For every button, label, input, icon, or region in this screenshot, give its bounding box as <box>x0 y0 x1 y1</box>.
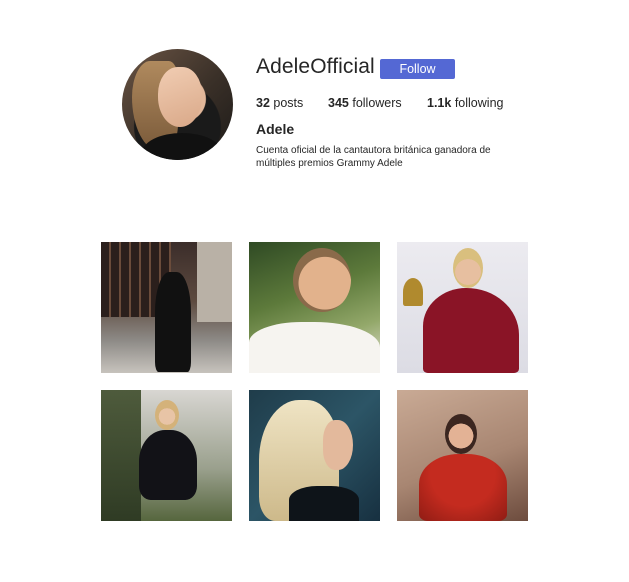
stat-posts[interactable]: 32 posts <box>256 96 303 110</box>
post-stage-black-gown[interactable] <box>101 242 232 373</box>
followers-label: followers <box>352 96 402 110</box>
stat-followers[interactable]: 345 followers <box>328 96 402 110</box>
avatar-face <box>158 67 202 127</box>
profile-username: AdeleOfficial <box>256 55 375 78</box>
profile-avatar[interactable] <box>122 49 233 160</box>
post-profile-blonde-hair[interactable] <box>249 390 380 521</box>
following-label: following <box>454 96 504 110</box>
posts-label: posts <box>273 96 304 110</box>
post-red-dress-portrait[interactable] <box>397 390 528 521</box>
post-black-dress-garden[interactable] <box>101 390 232 521</box>
stat-following[interactable]: 1.1k following <box>427 96 503 110</box>
follow-button[interactable]: Follow <box>380 59 455 79</box>
profile-bio: Cuenta oficial de la cantautora británic… <box>256 145 491 169</box>
posts-count: 32 <box>256 96 270 110</box>
followers-count: 345 <box>328 96 349 110</box>
post-grammy-red-dress[interactable] <box>397 242 528 373</box>
following-count: 1.1k <box>427 96 452 110</box>
post-portrait-white-dress[interactable] <box>249 242 380 373</box>
profile-display-name: Adele <box>256 121 295 137</box>
